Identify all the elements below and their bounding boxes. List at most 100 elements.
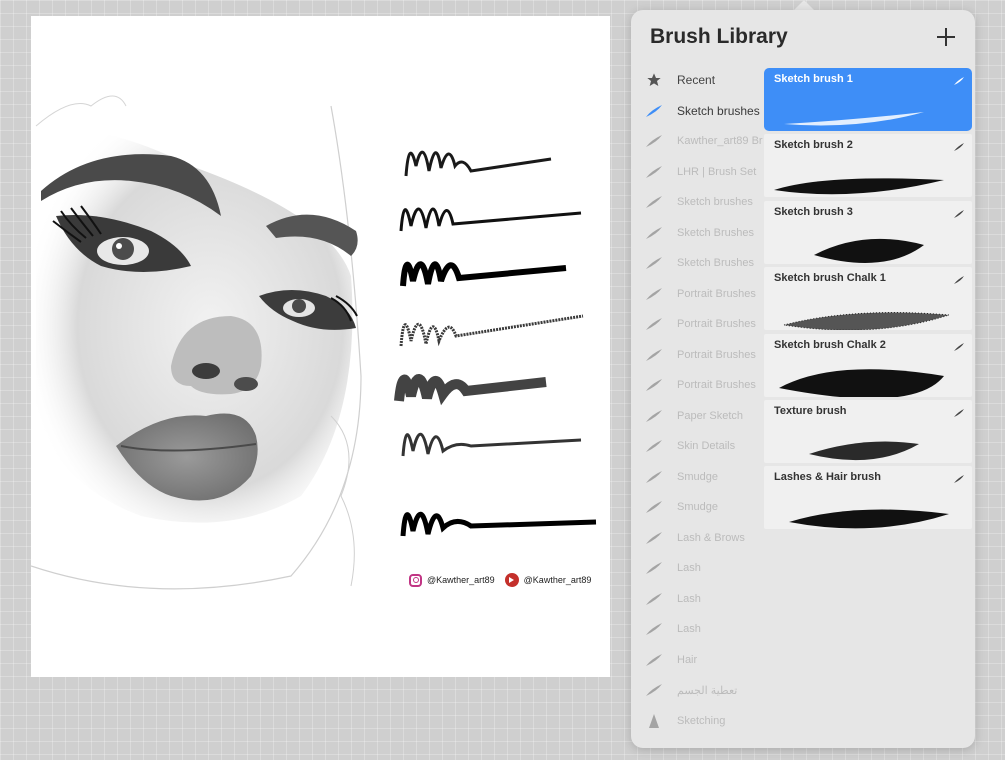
brush-stroke-preview	[764, 86, 972, 131]
cone-icon	[645, 712, 663, 730]
brush-set-label: Paper Sketch	[677, 409, 744, 422]
instagram-credit: @Kawther_art89	[409, 573, 495, 587]
brush-set-label: Portrait Brushes	[677, 348, 756, 361]
brush-set-label: Sketch brushes	[677, 196, 753, 209]
brush-icon	[645, 102, 663, 120]
brush-icon	[645, 468, 663, 486]
brush-card[interactable]: Sketch brush 2	[764, 134, 972, 198]
brush-set-label: Sketching	[677, 714, 726, 727]
brush-icon	[953, 339, 965, 351]
brush-library-panel: Brush Library Recent Sketch brushes Kawthe…	[631, 10, 975, 748]
brush-set-label: Portrait Brushes	[677, 318, 756, 331]
brush-set-label: Sketch Brushes	[677, 226, 755, 239]
plus-icon[interactable]	[935, 26, 957, 48]
brush-icon	[645, 285, 663, 303]
brush-icon	[645, 376, 663, 394]
brush-set-item[interactable]: Smudge	[631, 462, 763, 493]
brush-set-item[interactable]: Sketch Brushes	[631, 248, 763, 279]
brush-set-label: Skin Details	[677, 440, 736, 453]
brush-icon	[645, 346, 663, 364]
youtube-handle: @Kawther_art89	[523, 575, 592, 585]
brush-set-item[interactable]: Recent	[631, 65, 763, 96]
brush-stroke-preview	[764, 152, 972, 197]
brush-icon	[645, 437, 663, 455]
brush-icon	[645, 254, 663, 272]
brush-set-item[interactable]: تعطية الجسم	[631, 675, 763, 706]
brush-icon	[645, 315, 663, 333]
brush-set-item[interactable]: Sketch Brushes	[631, 218, 763, 249]
brush-set-label: Sketch Brushes	[677, 257, 755, 270]
youtube-credit: @Kawther_art89	[504, 573, 592, 587]
brush-set-item[interactable]: Portrait Brushes	[631, 309, 763, 340]
star-icon	[645, 71, 663, 89]
brush-set-label: Lash	[677, 623, 701, 636]
brush-set-label: Portrait Brushes	[677, 287, 756, 300]
brush-card[interactable]: Sketch brush Chalk 1	[764, 267, 972, 331]
brush-card[interactable]: Sketch brush 3	[764, 200, 972, 264]
brush-set-item[interactable]: Lash	[631, 584, 763, 615]
brush-icon	[645, 620, 663, 638]
drawing-canvas[interactable]: @Kawther_art89 @Kawther_art89	[31, 16, 610, 677]
brush-set-label: Lash	[677, 562, 701, 575]
brush-icon	[645, 132, 663, 150]
brush-set-label: تعطية الجسم	[677, 684, 738, 697]
brush-set-item[interactable]: Skin Details	[631, 431, 763, 462]
brush-set-item[interactable]: LHR | Brush Set	[631, 157, 763, 188]
brush-icon	[645, 559, 663, 577]
brush-icon	[645, 498, 663, 516]
brush-set-item[interactable]: Portrait Brushes	[631, 340, 763, 371]
brush-icon	[953, 272, 965, 285]
brush-set-label: Hair	[677, 653, 698, 666]
brush-stroke-preview	[764, 219, 972, 264]
brush-card[interactable]: Lashes & Hair brush	[764, 466, 972, 530]
brush-set-item[interactable]: Sketch brushes	[631, 187, 763, 218]
brush-icon	[645, 163, 663, 181]
brush-set-label: Portrait Brushes	[677, 379, 756, 392]
brush-icon	[645, 529, 663, 547]
brush-set-item[interactable]: Lash	[631, 553, 763, 584]
brush-card[interactable]: Sketch brush Chalk 2	[764, 333, 972, 397]
brush-icon	[645, 224, 663, 242]
brush-set-label: Lash & Brows	[677, 531, 745, 544]
brush-name: Sketch brush 2	[774, 139, 853, 152]
brush-name: Sketch brush 3	[774, 205, 853, 218]
brush-icon	[645, 407, 663, 425]
brush-set-item[interactable]: Portrait Brushes	[631, 370, 763, 401]
brush-set-label: Smudge	[677, 501, 718, 514]
brush-icon	[645, 193, 663, 211]
brush-set-item[interactable]: Paper Sketch	[631, 401, 763, 432]
brush-icon	[953, 405, 965, 417]
brush-card[interactable]: Sketch brush 1	[764, 68, 972, 131]
brush-name: Lashes & Hair brush	[774, 471, 881, 484]
social-credits: @Kawther_art89 @Kawther_art89	[409, 573, 591, 587]
brush-icon	[645, 681, 663, 699]
brush-set-item[interactable]: Lash & Brows	[631, 523, 763, 554]
brush-set-item[interactable]: Portrait Brushes	[631, 279, 763, 310]
brush-stroke-preview	[764, 352, 972, 397]
brush-icon	[645, 590, 663, 608]
instagram-handle: @Kawther_art89	[427, 575, 495, 585]
brush-set-item[interactable]: Smudge	[631, 492, 763, 523]
brush-icon	[953, 73, 965, 85]
brush-name: Sketch brush Chalk 2	[774, 338, 886, 351]
brush-set-label: Lash	[677, 592, 701, 605]
brush-sets-list[interactable]: Recent Sketch brushes Kawther_art89 Brush L…	[631, 65, 763, 748]
brush-name: Sketch brush Chalk 1	[774, 272, 886, 285]
brush-set-item[interactable]: Sketching	[631, 706, 763, 737]
brush-name: Sketch brush 1	[774, 73, 853, 85]
brush-card[interactable]: Texture brush	[764, 399, 972, 463]
brush-icon	[645, 651, 663, 669]
brush-set-item[interactable]: Sketch brushes	[631, 96, 763, 127]
brush-set-label: Recent	[677, 73, 716, 88]
brush-set-item[interactable]: Hair	[631, 645, 763, 676]
brush-set-label: Sketch brushes	[677, 103, 760, 118]
brush-icon	[953, 206, 965, 218]
brush-stroke-preview	[764, 285, 972, 331]
brush-list[interactable]: Sketch brush 1 Sketch brush 2 Sketch brush…	[764, 68, 972, 533]
youtube-icon	[504, 573, 519, 587]
brush-set-item[interactable]: Kawther_art89 Brush	[631, 126, 763, 157]
brush-set-label: LHR | Brush Set	[677, 165, 757, 178]
brush-set-item[interactable]: Lash	[631, 614, 763, 645]
brush-icon	[953, 139, 965, 152]
brush-stroke-preview	[764, 418, 972, 463]
